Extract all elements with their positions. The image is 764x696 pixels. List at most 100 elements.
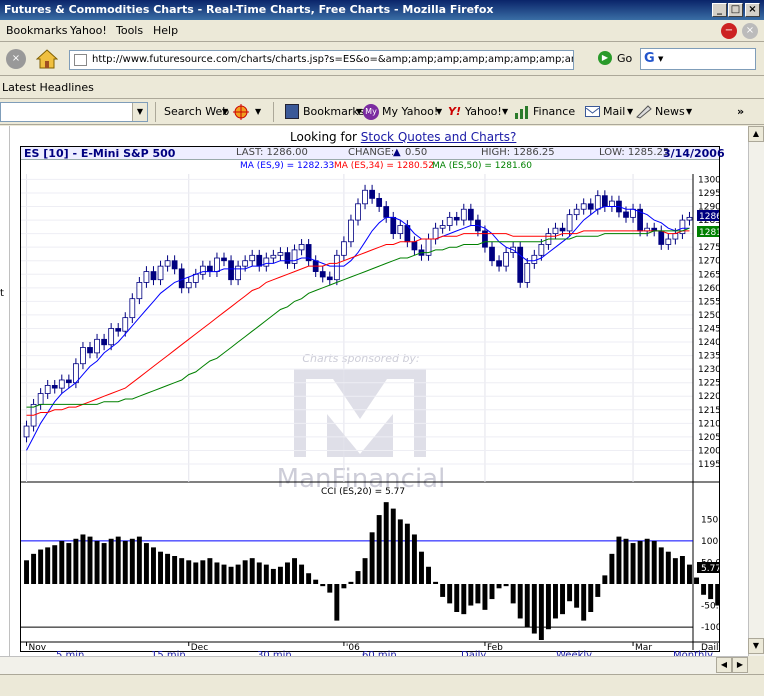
price-tick-label: 1235.00 (698, 352, 719, 362)
candle-body (143, 271, 150, 283)
price-tick-label: 1245.00 (698, 324, 719, 334)
stock-quotes-link[interactable]: Stock Quotes and Charts? (361, 130, 517, 144)
cci-bar (122, 540, 128, 584)
left-frame-edge: t (0, 126, 10, 656)
home-icon[interactable] (35, 48, 59, 70)
scroll-left-icon[interactable]: ◀ (716, 657, 732, 673)
menu-help[interactable]: Help (153, 24, 178, 37)
news-dropdown-icon[interactable]: ▼ (686, 107, 692, 116)
cci-bar (179, 558, 185, 584)
go-button[interactable]: Go (617, 52, 632, 65)
browser-window: Futures & Commodities Charts - Real-Time… (0, 0, 764, 696)
candle-body (411, 241, 418, 251)
minimize-button[interactable]: _ (712, 3, 727, 17)
page-content: t Looking for Stock Quotes and Charts? E… (0, 126, 748, 661)
news-button[interactable]: News (655, 105, 685, 118)
highlight-dropdown-icon[interactable]: ▼ (255, 107, 261, 116)
candle-body (573, 208, 580, 216)
search-engine-dropdown-icon[interactable]: ▼ (658, 55, 663, 63)
maximize-button[interactable]: □ (728, 3, 743, 17)
highlight-crosshair-icon[interactable] (233, 104, 249, 120)
bookmarks-icon (285, 104, 299, 119)
cci-bar (31, 553, 37, 584)
latest-headlines-link[interactable]: Latest Headlines (2, 81, 94, 94)
search-web-button[interactable]: Search Web (164, 105, 229, 118)
yahoo-button[interactable]: Yahoo! (465, 105, 502, 118)
menu-tools[interactable]: Tools (116, 24, 143, 37)
cci-bar (694, 577, 699, 584)
candle-body (333, 254, 340, 281)
cci-bar (38, 549, 44, 584)
cci-tick-label: 100.00 (701, 537, 719, 547)
mail-icon (585, 106, 600, 117)
cci-tick-label: -100.00 (701, 623, 719, 633)
stop-load-icon[interactable]: − (721, 23, 737, 39)
vertical-scrollbar[interactable]: ▲ ▼ (748, 126, 764, 656)
cci-bar (80, 534, 86, 584)
cci-bar (545, 584, 551, 630)
candle-body (94, 338, 100, 354)
candle-body (362, 189, 368, 205)
cci-bar (228, 566, 234, 584)
more-chevron-icon[interactable]: » (737, 105, 744, 118)
yahoo-search-input[interactable]: ▼ (0, 102, 148, 122)
candle-body (185, 282, 192, 289)
cci-bar (468, 584, 474, 606)
search-web-dropdown-icon[interactable]: ▼ (222, 107, 228, 116)
cci-bar (52, 545, 58, 584)
cci-bar (560, 584, 565, 615)
scroll-right-icon[interactable]: ▶ (732, 657, 748, 673)
cci-bar (665, 551, 671, 584)
x-tick-label: '06 (346, 643, 360, 650)
candle-body (58, 379, 65, 389)
yahoo-search-dropdown-icon[interactable]: ▼ (132, 103, 147, 121)
price-tick-label: 1265.00 (698, 270, 719, 280)
search-box[interactable]: G ▼ (640, 48, 756, 70)
price-tick-label: 1230.00 (698, 365, 719, 375)
candle-body (44, 385, 51, 394)
cci-bar (348, 581, 354, 584)
horizontal-scrollbar[interactable]: ◀ ▶ (0, 656, 748, 674)
last-price-badge-text: 1286.00 (699, 212, 719, 222)
close-tab-icon[interactable]: × (742, 23, 758, 39)
price-tick-label: 1250.00 (698, 311, 719, 321)
address-bar[interactable]: http://www.futuresource.com/charts/chart… (69, 50, 574, 70)
candle-body (594, 195, 601, 210)
cci-bar (108, 538, 114, 584)
change-up-icon: ▲ (393, 147, 401, 158)
cci-bar (433, 581, 439, 584)
price-tick-label: 1270.00 (698, 257, 719, 267)
menu-yahoo[interactable]: Yahoo! (70, 24, 107, 37)
my-yahoo-dropdown-icon[interactable]: ▼ (436, 107, 442, 116)
scroll-up-icon[interactable]: ▲ (748, 126, 764, 142)
cci-bar (672, 558, 678, 584)
stop-icon[interactable]: × (6, 49, 26, 69)
promo-line: Looking for Stock Quotes and Charts? (290, 130, 516, 144)
menu-bookmarks[interactable]: Bookmarks (6, 24, 67, 37)
candle-body (432, 227, 439, 240)
candle-body (383, 206, 390, 218)
price-and-cci-chart: Charts sponsored by: ManFinancial CCI (E… (21, 174, 719, 650)
finance-button[interactable]: Finance (533, 105, 575, 118)
cci-bar (136, 536, 142, 584)
mail-button[interactable]: Mail (603, 105, 625, 118)
clipped-left-text: t (0, 288, 4, 299)
scroll-down-icon[interactable]: ▼ (748, 638, 764, 654)
cci-bar (292, 558, 297, 584)
go-arrow-icon[interactable]: ▶ (598, 51, 612, 65)
yahoo-dropdown-icon[interactable]: ▼ (502, 107, 508, 116)
candle-body (136, 282, 143, 300)
candle-body (101, 338, 107, 346)
candle-body (129, 298, 136, 319)
high-price: HIGH: 1286.25 (481, 147, 555, 158)
candle-body (397, 225, 404, 235)
bookmarks-dropdown-icon[interactable]: ▼ (356, 107, 362, 116)
cci-bar (461, 584, 467, 615)
candle-body (348, 219, 354, 243)
cci-bar (143, 543, 149, 584)
mail-dropdown-icon[interactable]: ▼ (627, 107, 633, 116)
cci-bar (263, 564, 269, 584)
my-yahoo-button[interactable]: My Yahoo! (382, 105, 438, 118)
candle-body (235, 265, 241, 281)
close-window-button[interactable]: × (745, 3, 760, 17)
